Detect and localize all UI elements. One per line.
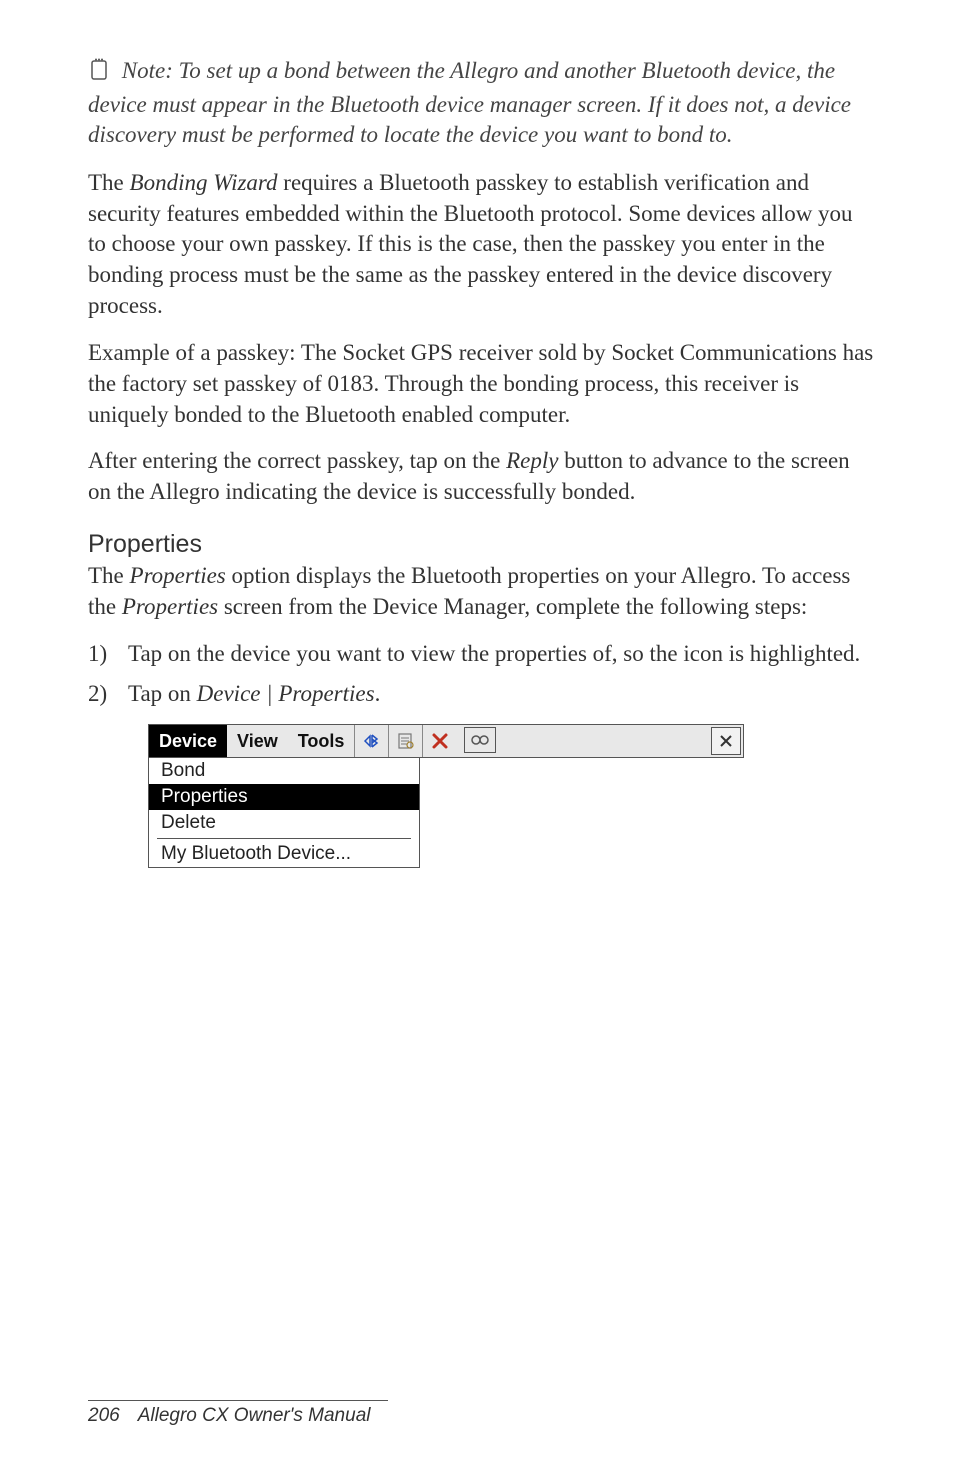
close-button[interactable] — [711, 727, 741, 755]
dropdown-delete[interactable]: Delete — [149, 810, 419, 836]
list-item: 1) Tap on the device you want to view th… — [88, 639, 874, 670]
body-paragraph-1: The Bonding Wizard requires a Bluetooth … — [88, 168, 874, 322]
menu-device[interactable]: Device — [149, 725, 227, 757]
note-paragraph: Note: To set up a bond between the Alleg… — [88, 56, 874, 150]
page-footer: 206 Allegro CX Owner's Manual — [88, 1400, 388, 1427]
note-text: Note: To set up a bond between the Alleg… — [88, 58, 851, 147]
document-page: Note: To set up a bond between the Alleg… — [0, 0, 954, 1475]
body-paragraph-3: After entering the correct passkey, tap … — [88, 446, 874, 508]
page-number: 206 — [88, 1405, 120, 1426]
toolbar-properties-icon[interactable] — [388, 725, 422, 757]
dropdown-bond[interactable]: Bond — [149, 758, 419, 784]
device-dropdown-menu: Bond Properties Delete My Bluetooth Devi… — [148, 758, 420, 868]
footer-rule — [88, 1400, 388, 1401]
dropdown-separator — [157, 838, 411, 839]
properties-heading: Properties — [88, 530, 874, 559]
body-paragraph-2: Example of a passkey: The Socket GPS rec… — [88, 338, 874, 430]
menu-bar: Device View Tools — [148, 724, 744, 758]
menu-view[interactable]: View — [227, 725, 288, 757]
list-item: 2) Tap on Device | Properties. — [88, 679, 874, 710]
toolbar-settings-icon[interactable] — [464, 727, 496, 753]
manual-title: Allegro CX Owner's Manual — [138, 1405, 371, 1426]
body-paragraph-4: The Properties option displays the Bluet… — [88, 561, 874, 623]
toolbar-discover-icon[interactable] — [354, 725, 388, 757]
toolbar-delete-icon[interactable] — [422, 725, 456, 757]
dropdown-my-bluetooth-device[interactable]: My Bluetooth Device... — [149, 841, 419, 867]
note-icon — [88, 58, 112, 90]
steps-list: 1) Tap on the device you want to view th… — [88, 639, 874, 711]
dropdown-properties[interactable]: Properties — [149, 784, 419, 810]
device-menu-screenshot: Device View Tools Bond Properties — [148, 724, 874, 868]
menu-tools[interactable]: Tools — [288, 725, 355, 757]
footer-text: 206 Allegro CX Owner's Manual — [88, 1405, 388, 1427]
